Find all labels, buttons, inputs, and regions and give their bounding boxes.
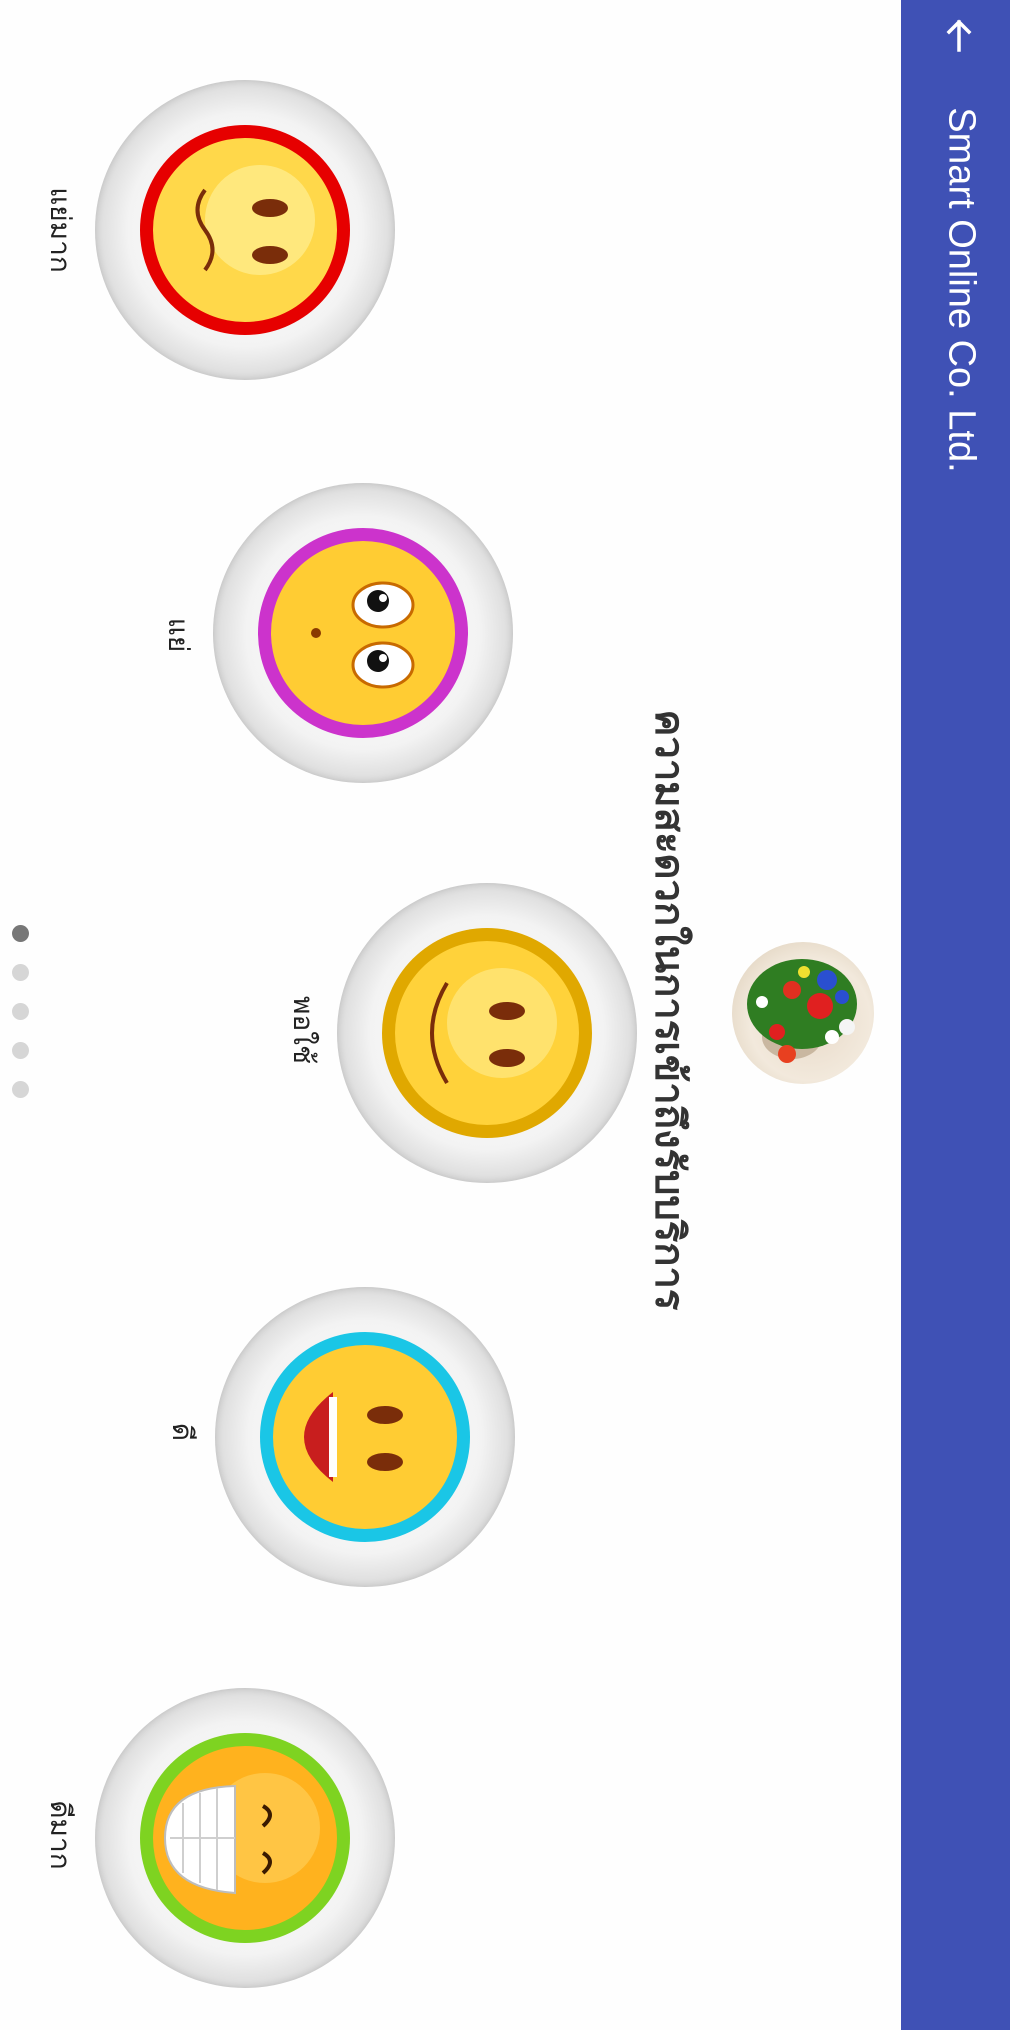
laugh-face-icon	[260, 1332, 470, 1542]
page-dot-2[interactable]	[12, 964, 29, 981]
survey-question: ความสะดวกในการเข้าถึงรับบริการ	[646, 709, 692, 1311]
rating-label: แย่	[162, 617, 195, 653]
page-dot-1[interactable]	[12, 925, 29, 942]
surprised-face-icon	[258, 528, 468, 738]
rating-good-button[interactable]	[215, 1287, 515, 1587]
rating-label: ดีมาก	[44, 1800, 77, 1870]
question-container: ความสะดวกในการเข้าถึงรับบริการ	[640, 640, 700, 1380]
page-dot-3[interactable]	[12, 1003, 29, 1020]
rating-label-container: แย่มาก	[40, 170, 80, 290]
rating-very-good-button[interactable]	[95, 1688, 395, 1988]
rating-fair-button[interactable]	[337, 883, 637, 1183]
page-indicator	[10, 925, 30, 1105]
rating-label: แย่มาก	[44, 187, 77, 273]
frown-face-icon	[140, 125, 350, 335]
rating-label-container: ดี	[162, 1372, 202, 1492]
app-title-container: Smart Online Co. Ltd.	[931, 70, 991, 510]
rating-label: ดี	[166, 1422, 199, 1442]
rating-label-container: พอใช้	[283, 970, 323, 1090]
flower-bouquet-logo	[732, 942, 874, 1084]
smile-face-icon	[382, 928, 592, 1138]
grin-face-icon	[140, 1733, 350, 1943]
rating-bad-button[interactable]	[213, 483, 513, 783]
rating-label-container: ดีมาก	[40, 1775, 80, 1895]
page-dot-4[interactable]	[12, 1042, 29, 1059]
rating-label-container: แย่	[158, 575, 198, 695]
survey-screen: Smart Online Co. Ltd. ความสะดวกในการเข้า…	[0, 0, 1010, 2030]
app-bar: Smart Online Co. Ltd.	[901, 0, 1010, 2030]
app-title: Smart Online Co. Ltd.	[940, 107, 983, 473]
rating-very-bad-button[interactable]	[95, 80, 395, 380]
arrow-back-icon[interactable]	[941, 18, 977, 54]
rating-label: พอใช้	[287, 996, 320, 1064]
page-dot-5[interactable]	[12, 1081, 29, 1098]
